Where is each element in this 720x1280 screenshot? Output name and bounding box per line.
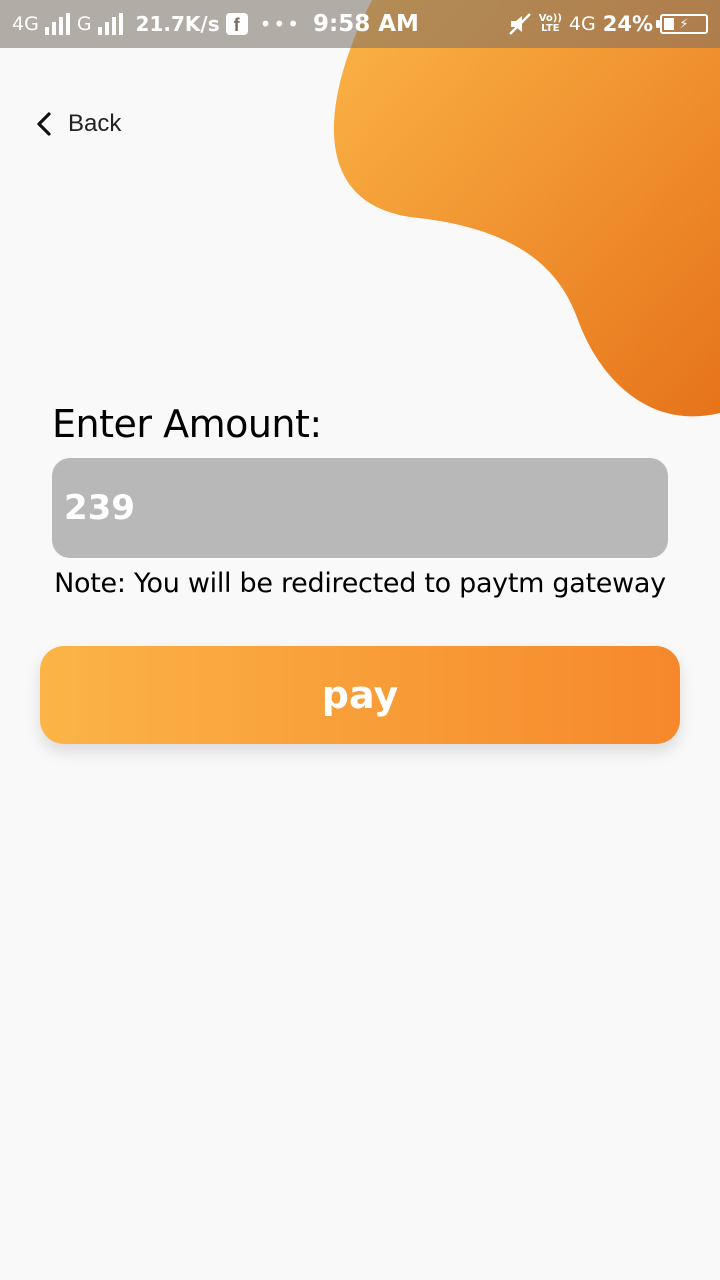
status-bar: 4G G 21.7K/s f ••• 9:58 AM Vo)) LTE 4G 2… — [0, 0, 720, 48]
back-label: Back — [68, 110, 122, 137]
signal-icon — [44, 13, 70, 35]
signal-icon-2 — [97, 13, 123, 35]
redirect-note: Note: You will be redirected to paytm ga… — [54, 568, 666, 599]
facebook-icon: f — [225, 13, 248, 35]
battery-charging-icon: ⚡ — [656, 14, 708, 34]
network-type-label: 4G — [12, 13, 39, 35]
enter-amount-heading: Enter Amount: — [52, 402, 322, 446]
volte-bottom-label: LTE — [541, 23, 560, 34]
more-notifications-icon: ••• — [259, 12, 301, 36]
network-speed: 21.7K/s — [135, 12, 220, 36]
amount-input[interactable] — [52, 458, 668, 558]
mute-icon — [508, 13, 531, 35]
network-type-label-3: 4G — [568, 13, 596, 35]
clock: 9:58 AM — [313, 11, 419, 37]
payment-screen: 4G G 21.7K/s f ••• 9:58 AM Vo)) LTE 4G 2… — [0, 0, 720, 1280]
battery-percent: 24% — [602, 12, 653, 36]
chevron-left-icon — [37, 112, 51, 136]
decorative-blob — [333, 0, 720, 417]
volte-badge: Vo)) LTE — [539, 14, 562, 34]
pay-button[interactable]: pay — [40, 646, 680, 744]
network-type-label-2: G — [76, 13, 92, 35]
back-button[interactable]: Back — [34, 104, 121, 144]
